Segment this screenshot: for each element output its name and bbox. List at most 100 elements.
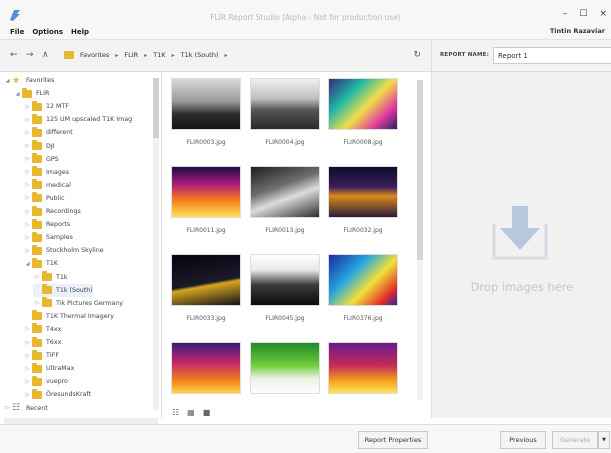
tree-item[interactable]: ▷ different [23, 126, 73, 139]
thermal-image[interactable] [171, 342, 241, 394]
tree-item[interactable]: ▷ GPS [23, 153, 59, 166]
expand-arrow-icon[interactable]: ▷ [33, 300, 42, 306]
expand-arrow-icon[interactable]: ▷ [3, 405, 12, 411]
generate-dropdown-button[interactable]: ▼ [598, 431, 610, 449]
tree-item[interactable]: ▷ Public [23, 192, 65, 205]
list-view-icon[interactable]: ☷ [172, 408, 179, 417]
expand-arrow-icon[interactable]: ▷ [23, 222, 32, 228]
thermal-image[interactable] [250, 78, 320, 130]
tree-item[interactable]: T1K Thermal Imagery [23, 310, 114, 323]
thermal-image[interactable] [250, 166, 320, 218]
tree-item[interactable]: ▷ TIFF [23, 349, 59, 362]
tree-item[interactable]: ▷ vuepro [23, 375, 68, 388]
menu-file[interactable]: File [10, 28, 24, 36]
expand-arrow-icon[interactable]: ▷ [23, 340, 32, 346]
tree-item[interactable]: ▷ T6xx [23, 336, 61, 349]
expand-arrow-icon[interactable]: ▷ [23, 143, 32, 149]
report-properties-button[interactable]: Report Properties [358, 431, 428, 449]
expand-arrow-icon[interactable]: ▷ [23, 353, 32, 359]
drop-zone[interactable]: Drop images here [431, 72, 611, 418]
expand-arrow-icon[interactable]: ▷ [23, 379, 32, 385]
generate-button[interactable]: Generate [552, 431, 598, 449]
large-view-icon[interactable]: ■ [203, 408, 211, 417]
up-icon[interactable]: ∧ [42, 50, 49, 60]
thumbnail[interactable]: FLIR0011.jpg [171, 166, 241, 234]
grid-scrollbar[interactable] [417, 80, 423, 400]
tree-item[interactable]: ▷ T4xx [23, 323, 61, 336]
tree-item-recent[interactable]: ▷ ☷ Recent [3, 402, 48, 415]
tree-item[interactable]: ▷ Stockholm Skyline [23, 244, 104, 257]
thermal-image[interactable] [328, 342, 398, 394]
expand-arrow-icon[interactable]: ▷ [23, 235, 32, 241]
expand-arrow-icon[interactable]: ▷ [23, 248, 32, 254]
expand-arrow-icon[interactable]: ▷ [23, 182, 32, 188]
tree-item[interactable]: ▷ 12 MTF [23, 100, 69, 113]
breadcrumb-flir[interactable]: FLIR [124, 51, 138, 59]
expand-arrow-icon[interactable]: ◢ [13, 91, 22, 97]
thumbnail[interactable]: FLIR0033.jpg [171, 254, 241, 322]
tree-item[interactable]: ▷ Images [23, 166, 69, 179]
tree-scrollbar-thumb[interactable] [153, 78, 159, 138]
thumbnail[interactable]: FLIR0004.jpg [250, 78, 320, 146]
tree-scrollbar[interactable] [153, 78, 159, 410]
grid-view-icon[interactable]: ▦ [187, 408, 195, 417]
tree-item[interactable]: ▷ UltraMax [23, 362, 74, 375]
expand-arrow-icon[interactable]: ◢ [3, 78, 12, 84]
expand-arrow-icon[interactable]: ◢ [23, 261, 32, 267]
thumbnail[interactable] [328, 342, 398, 403]
tree-item[interactable]: ▷ ÖresundsKraft [23, 388, 91, 401]
minimize-button[interactable]: – [563, 9, 568, 19]
tree-item[interactable]: ▷ 125 UM upscaled T1K Imag [23, 113, 132, 126]
thermal-image[interactable] [250, 342, 320, 394]
previous-button[interactable]: Previous [500, 431, 546, 449]
breadcrumb-t1k[interactable]: T1K [153, 51, 165, 59]
thermal-image[interactable] [250, 254, 320, 306]
tree-item[interactable]: ▷ Samples [23, 231, 73, 244]
tree-item[interactable]: ▷ medical [23, 179, 71, 192]
tree-item[interactable]: ▷ Reports [23, 218, 70, 231]
tree-item[interactable]: ▷ Tik Pictures Germany [33, 297, 123, 310]
menu-help[interactable]: Help [71, 28, 89, 36]
thermal-image[interactable] [171, 254, 241, 306]
expand-arrow-icon[interactable]: ▷ [23, 104, 32, 110]
forward-icon[interactable]: → [26, 50, 34, 60]
thermal-image[interactable] [328, 254, 398, 306]
menu-options[interactable]: Options [32, 28, 63, 36]
user-name[interactable]: Tintin Razaviar [550, 27, 605, 35]
expand-arrow-icon[interactable]: ▷ [23, 326, 32, 332]
thumbnail[interactable]: FLIR0013.jpg [250, 166, 320, 234]
expand-arrow-icon[interactable]: ▷ [23, 130, 32, 136]
tree-item[interactable]: ◢ FLIR [13, 87, 49, 100]
breadcrumb-favorites[interactable]: Favorites [80, 51, 109, 59]
close-button[interactable]: × [599, 9, 607, 19]
expand-arrow-icon[interactable]: ▷ [23, 117, 32, 123]
tree-item[interactable]: ▷ T1k [33, 271, 68, 284]
maximize-button[interactable]: ☐ [579, 9, 587, 19]
expand-arrow-icon[interactable]: ▷ [23, 156, 32, 162]
tree-item[interactable]: T1k (South) [33, 283, 93, 297]
thumbnail[interactable]: FLIR0032.jpg [328, 166, 398, 234]
thumbnail[interactable]: FLIR0045.jpg [250, 254, 320, 322]
report-name-input[interactable] [493, 47, 611, 64]
tree-item[interactable]: ▷ Recordings [23, 205, 81, 218]
grid-scrollbar-thumb[interactable] [417, 80, 423, 260]
thumbnail[interactable]: FLIR0008.jpg [328, 78, 398, 146]
expand-arrow-icon[interactable]: ▷ [23, 169, 32, 175]
refresh-icon[interactable]: ↻ [413, 50, 421, 60]
back-icon[interactable]: ← [10, 50, 18, 60]
expand-arrow-icon[interactable]: ▷ [23, 195, 32, 201]
tree-item[interactable]: ◢ T1K [23, 257, 58, 270]
thumbnail[interactable] [171, 342, 241, 403]
breadcrumb-t1k-south[interactable]: T1k (South) [181, 51, 219, 59]
expand-arrow-icon[interactable]: ▷ [23, 392, 32, 398]
thumbnail[interactable]: FLIR0376.jpg [328, 254, 398, 322]
thermal-image[interactable] [328, 166, 398, 218]
thumbnail[interactable] [250, 342, 320, 403]
thermal-image[interactable] [328, 78, 398, 130]
thermal-image[interactable] [171, 78, 241, 130]
expand-arrow-icon[interactable]: ▷ [23, 209, 32, 215]
expand-arrow-icon[interactable]: ▷ [23, 366, 32, 372]
tree-item[interactable]: ◢ ★ Favorites [3, 74, 55, 87]
expand-arrow-icon[interactable]: ▷ [33, 274, 42, 280]
tree-item[interactable]: ▷ DJI [23, 140, 55, 153]
